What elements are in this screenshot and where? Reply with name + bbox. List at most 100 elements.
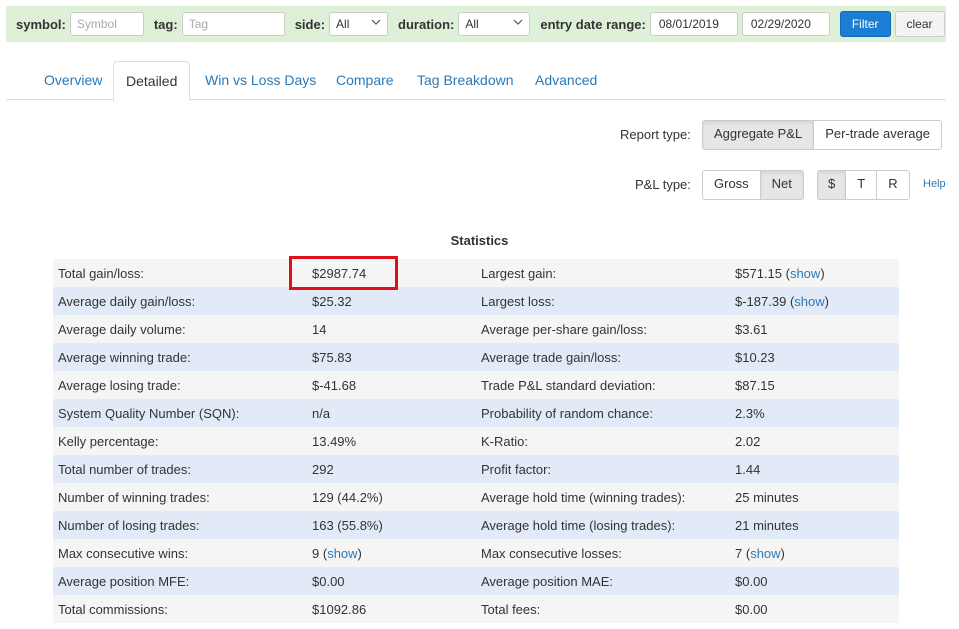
tab-detailed[interactable]: Detailed — [113, 61, 191, 101]
stat-value-text: 1.44 — [735, 461, 761, 477]
stat-value: 14 — [307, 315, 476, 343]
stat-label-text: Total number of trades: — [58, 461, 191, 477]
show-link[interactable]: show — [794, 294, 824, 309]
table-row: Number of winning trades: 129 (44.2%) Aver… — [53, 483, 899, 511]
stat-label: System Quality Number (SQN): — [53, 399, 307, 427]
gross-button[interactable]: Gross — [703, 171, 761, 199]
symbol-label: symbol: — [16, 16, 66, 32]
pl-unit-group: $ T R — [817, 170, 910, 200]
show-link[interactable]: show — [790, 266, 820, 281]
stat-label: Trade P&L standard deviation: — [476, 371, 730, 399]
unit-t-button[interactable]: T — [846, 171, 878, 199]
stat-label: Average position MFE: — [53, 567, 307, 595]
stat-label-text: Average daily gain/loss: — [58, 293, 196, 309]
stat-value-text: $-41.68 — [312, 377, 357, 393]
stat-value-text: $3.61 — [735, 321, 768, 337]
stat-label: Number of winning trades: — [53, 483, 307, 511]
stat-label-text: Average per-share gain/loss: — [481, 321, 647, 337]
stat-value-text: $25.32 — [312, 293, 352, 309]
symbol-input[interactable]: Symbol — [69, 12, 144, 36]
stat-value: $0.00 — [730, 567, 899, 595]
stat-value-text: $0.00 — [735, 573, 768, 589]
unit-r-button[interactable]: R — [877, 171, 909, 199]
clear-button[interactable]: clear — [894, 11, 945, 37]
stat-label: Average daily gain/loss: — [53, 287, 307, 315]
stat-value: 163 (55.8%) — [307, 511, 476, 539]
stat-label: Total commissions: — [53, 595, 307, 623]
report-type-label: Report type: — [620, 127, 691, 142]
filter-button[interactable]: Filter — [839, 11, 891, 37]
duration-value: All — [465, 17, 479, 31]
stat-label: Average daily volume: — [53, 315, 307, 343]
stat-label: Average hold time (losing trades): — [476, 511, 730, 539]
side-value: All — [336, 17, 350, 31]
table-row: Total gain/loss: $2987.74 Largest gain: $57… — [53, 259, 899, 287]
stat-value-text: $87.15 — [735, 377, 775, 393]
stat-label: K-Ratio: — [476, 427, 730, 455]
stat-value: $87.15 — [730, 371, 899, 399]
tab-overview[interactable]: Overview — [32, 61, 114, 100]
unit-dollar-button[interactable]: $ — [818, 171, 847, 199]
date-from-input[interactable]: 08/01/2019 — [649, 12, 738, 36]
table-row: Average daily volume: 14 Average per-share… — [53, 315, 899, 343]
stat-label: Average hold time (winning trades): — [476, 483, 730, 511]
stat-value-text: $571.15 — [735, 265, 782, 281]
stat-value: $-187.39 (show) — [730, 287, 899, 315]
stat-value: 25 minutes — [730, 483, 899, 511]
stat-label-text: Average losing trade: — [58, 377, 181, 393]
stat-value: 292 — [307, 455, 476, 483]
side-label: side: — [294, 16, 326, 32]
stat-label-text: Number of losing trades: — [58, 517, 200, 533]
stat-label: Average trade gain/loss: — [476, 343, 730, 371]
show-link[interactable]: show — [327, 546, 357, 561]
stat-label-text: Probability of random chance: — [481, 405, 653, 421]
stat-value-text: $-187.39 — [735, 293, 787, 309]
stat-value-text: 25 minutes — [735, 489, 799, 505]
tag-input[interactable]: Tag — [181, 12, 285, 36]
stat-label: Total fees: — [476, 595, 730, 623]
stat-label-text: Average winning trade: — [58, 349, 191, 365]
highlight-box — [289, 256, 398, 290]
pl-type-group: Gross Net — [702, 170, 804, 200]
stat-value: $0.00 — [730, 595, 899, 623]
duration-select[interactable]: All — [458, 12, 531, 36]
stat-value: n/a — [307, 399, 476, 427]
stat-value: 9 (show) — [307, 539, 476, 567]
stat-label: Average per-share gain/loss: — [476, 315, 730, 343]
stat-label-text: Average daily volume: — [58, 321, 186, 337]
show-link[interactable]: show — [750, 546, 780, 561]
stat-label-text: Number of winning trades: — [58, 489, 210, 505]
stat-label-text: Total fees: — [481, 601, 541, 617]
duration-label: duration: — [398, 16, 455, 32]
stat-value-text: n/a — [312, 405, 331, 421]
stat-value: $3.61 — [730, 315, 899, 343]
stat-value: 1.44 — [730, 455, 899, 483]
tab-win-vs-loss-days[interactable]: Win vs Loss Days — [193, 61, 328, 100]
stat-label-text: Total commissions: — [58, 601, 168, 617]
table-row: Average losing trade: $-41.68 Trade P&L st… — [53, 371, 899, 399]
stat-label-text: Kelly percentage: — [58, 433, 159, 449]
stat-value: 2.3% — [730, 399, 899, 427]
stat-value-text: 14 — [312, 321, 327, 337]
stat-value: $75.83 — [307, 343, 476, 371]
stat-label-text: Average position MAE: — [481, 573, 613, 589]
table-row: Average position MFE: $0.00 Average positi… — [53, 567, 899, 595]
stat-label: Average position MAE: — [476, 567, 730, 595]
stat-value: 21 minutes — [730, 511, 899, 539]
stat-label: Total gain/loss: — [53, 259, 307, 287]
per-trade-average-button[interactable]: Per-trade average — [814, 121, 941, 149]
net-button[interactable]: Net — [760, 171, 803, 199]
table-row: Total number of trades: 292 Profit factor:… — [53, 455, 899, 483]
aggregate-pl-button[interactable]: Aggregate P&L — [703, 121, 815, 149]
tab-advanced[interactable]: Advanced — [523, 61, 609, 100]
help-link[interactable]: Help — [923, 178, 946, 190]
stat-value-text: $75.83 — [312, 349, 352, 365]
tab-tag-breakdown[interactable]: Tag Breakdown — [405, 61, 526, 100]
stat-value: 13.49% — [307, 427, 476, 455]
stat-label-text: Total gain/loss: — [58, 265, 144, 281]
date-to-input[interactable]: 02/29/2020 — [741, 12, 830, 36]
stat-value-text: 2.02 — [735, 433, 761, 449]
stat-label: Profit factor: — [476, 455, 730, 483]
side-select[interactable]: All — [329, 12, 389, 36]
tab-compare[interactable]: Compare — [324, 61, 406, 100]
